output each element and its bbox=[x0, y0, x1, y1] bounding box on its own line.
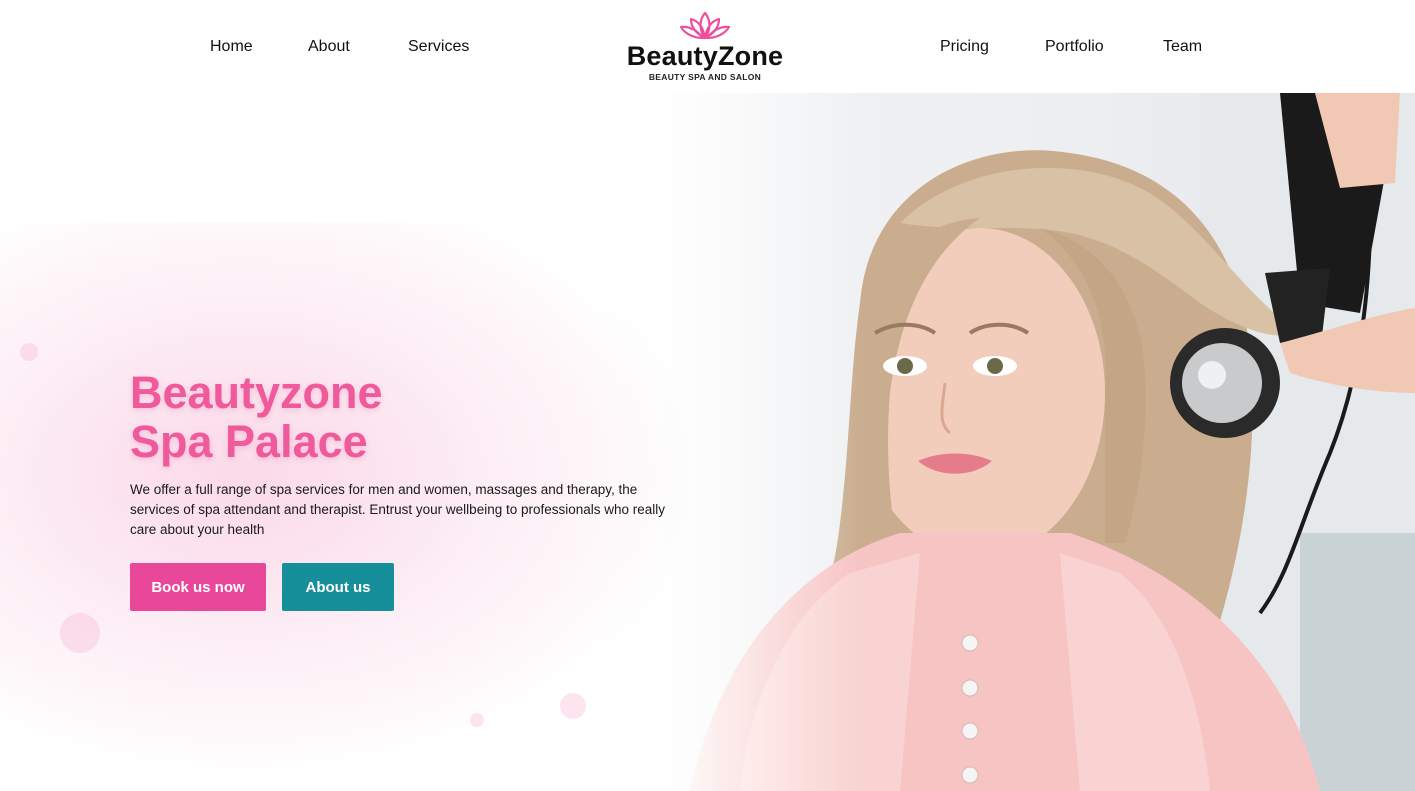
nav-team[interactable]: Team bbox=[1163, 37, 1202, 57]
hero-description: We offer a full range of spa services fo… bbox=[130, 482, 666, 537]
nav-services[interactable]: Services bbox=[408, 37, 469, 57]
hero-title: Beautyzone Spa Palace bbox=[130, 368, 530, 466]
nav-home[interactable]: Home bbox=[210, 37, 253, 57]
hero-title-line-2: Spa Palace bbox=[130, 416, 368, 467]
nav-pricing[interactable]: Pricing bbox=[940, 37, 989, 57]
site-header: Home About Services BeautyZone BEAUTY SP… bbox=[0, 0, 1415, 93]
hero-photo bbox=[600, 93, 1415, 791]
site-logo[interactable]: BeautyZone BEAUTY SPA AND SALON bbox=[620, 10, 790, 86]
lotus-icon bbox=[620, 10, 790, 42]
logo-tagline: BEAUTY SPA AND SALON bbox=[648, 72, 762, 82]
nav-portfolio[interactable]: Portfolio bbox=[1045, 37, 1104, 57]
hero-title-line-1: Beautyzone bbox=[130, 367, 383, 418]
book-us-now-button[interactable]: Book us now bbox=[130, 563, 266, 611]
about-us-button[interactable]: About us bbox=[282, 563, 394, 611]
nav-about[interactable]: About bbox=[308, 37, 350, 57]
logo-name: BeautyZone bbox=[626, 41, 784, 71]
hero-section: Beautyzone Spa Palace We offer a full ra… bbox=[0, 93, 1415, 791]
